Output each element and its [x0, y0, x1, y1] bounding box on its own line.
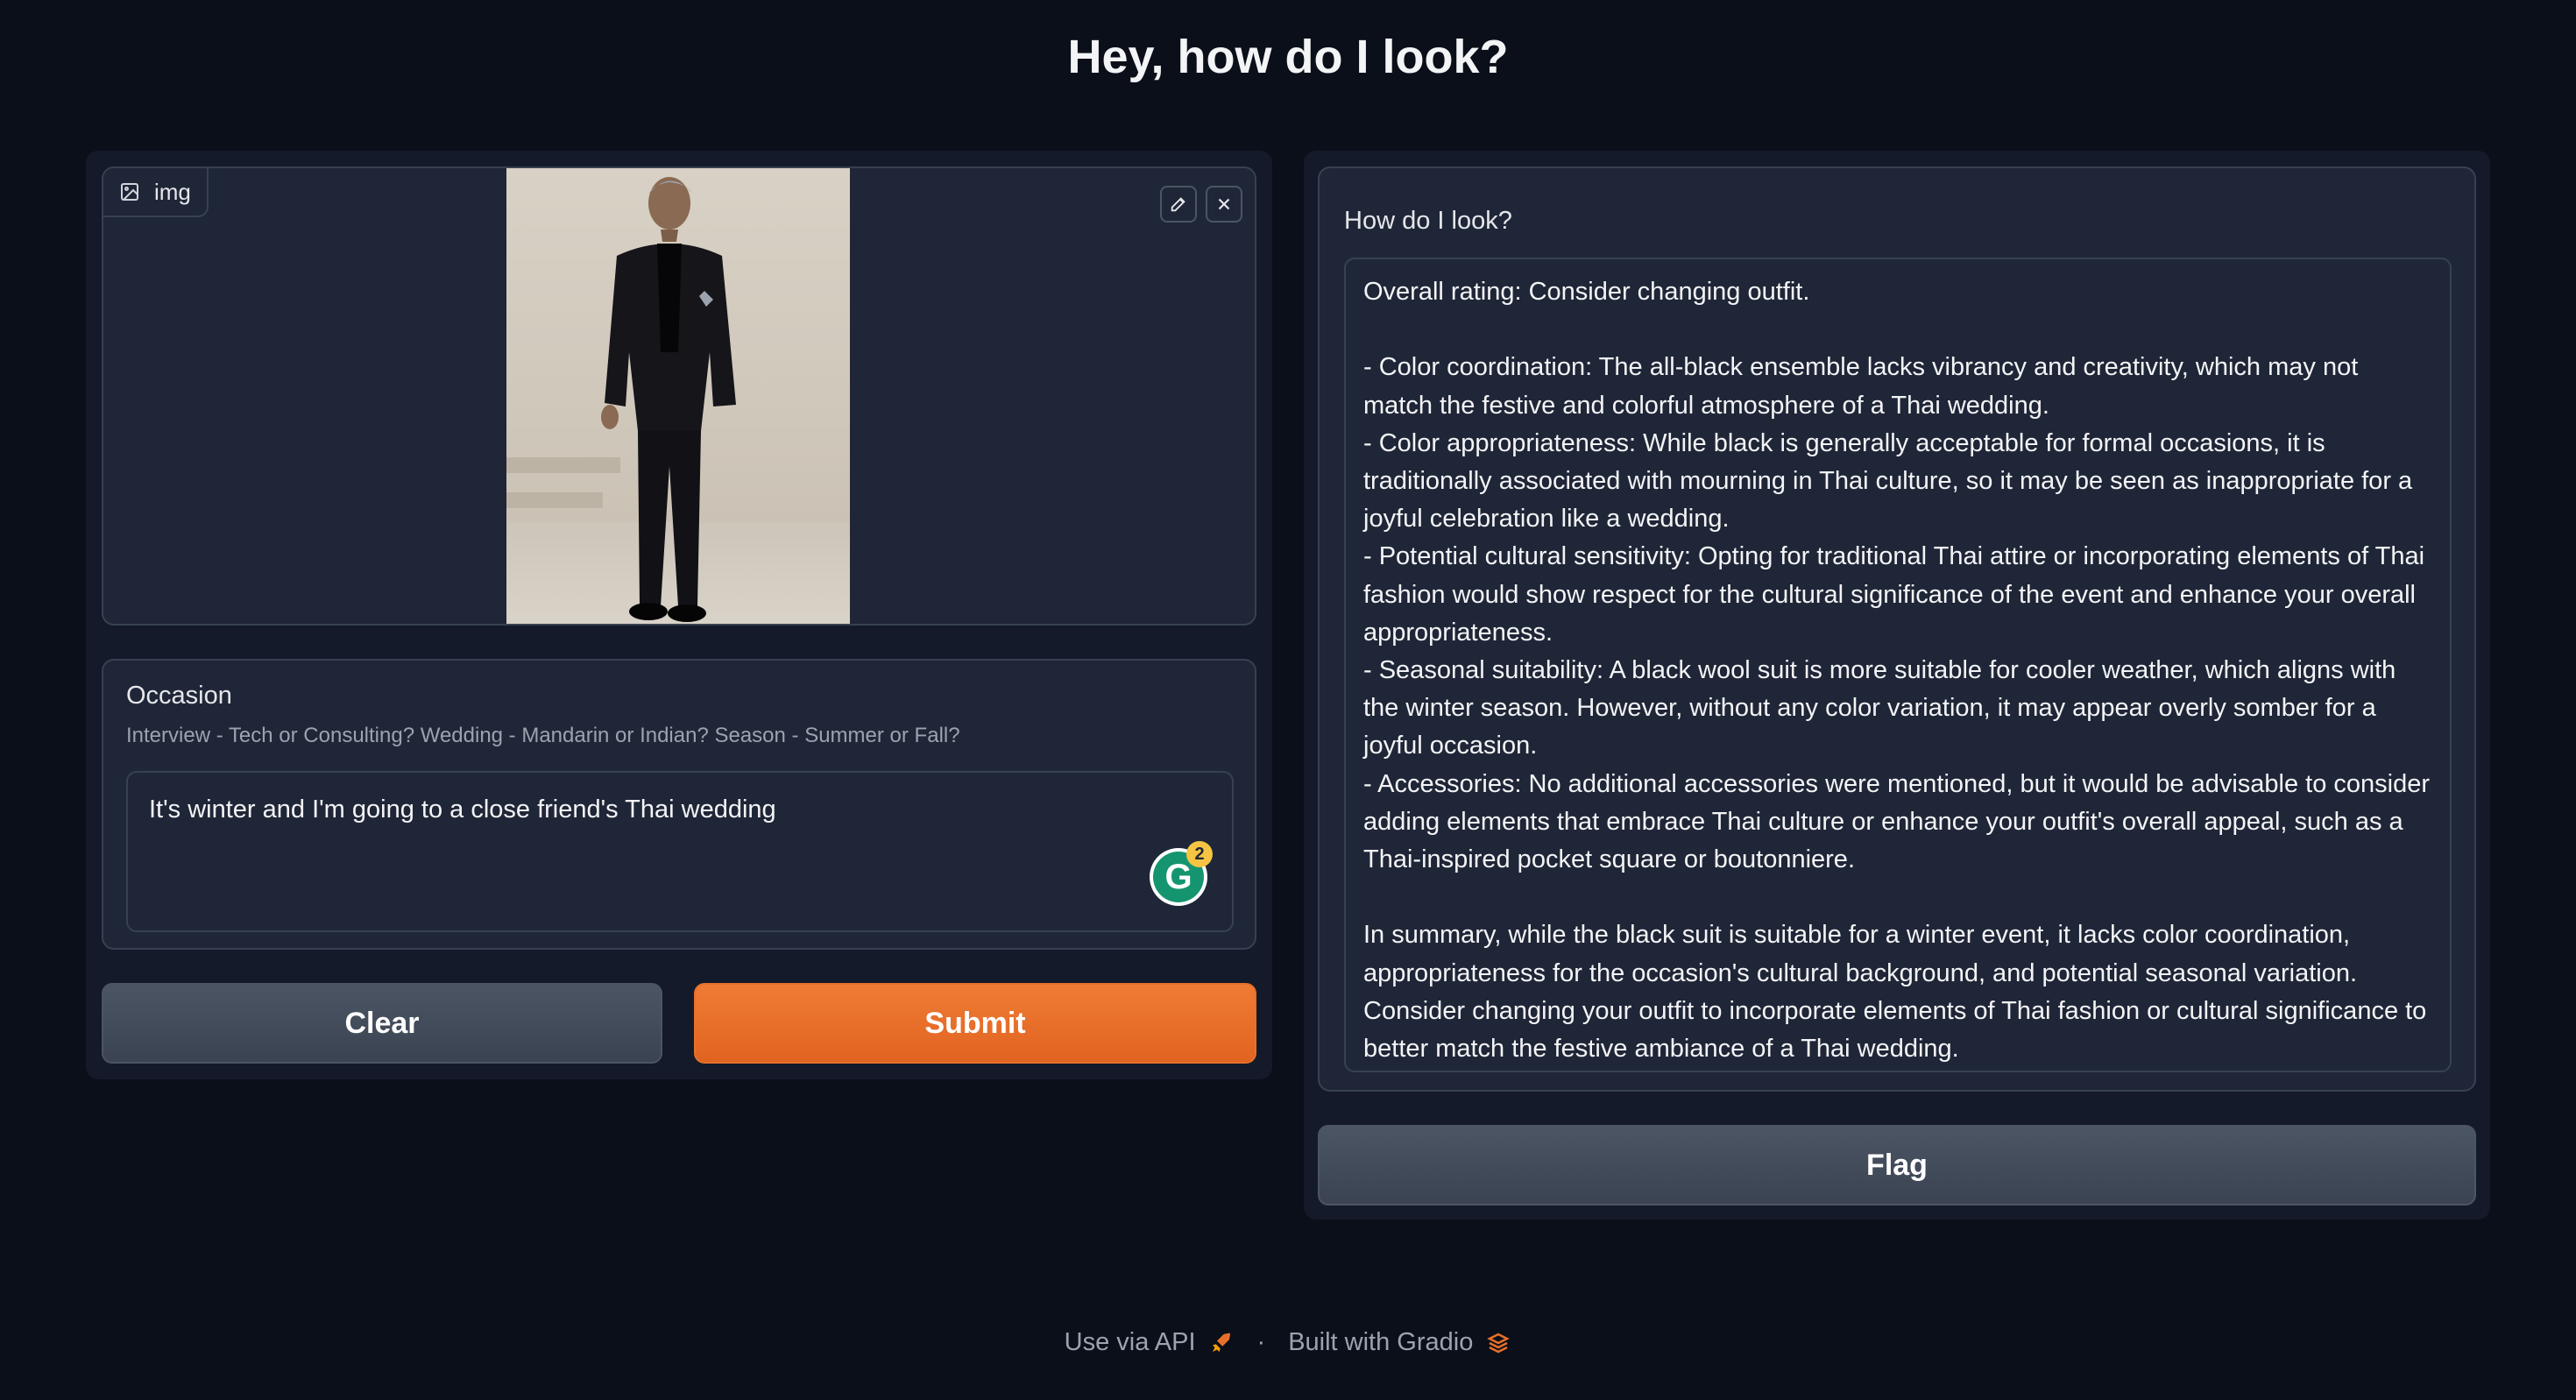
output-label: How do I look?	[1344, 207, 1512, 235]
occasion-field: Occasion Interview - Tech or Consulting?…	[102, 659, 1256, 950]
outfit-photo	[506, 168, 850, 624]
footer-separator: ·	[1256, 1328, 1266, 1356]
edit-image-button[interactable]	[1160, 186, 1197, 223]
output-field: How do I look? Overall rating: Consider …	[1318, 166, 2476, 1092]
pencil-icon	[1171, 197, 1185, 212]
rocket-icon	[1212, 1333, 1230, 1352]
use-via-api-link[interactable]: Use via API	[1065, 1328, 1196, 1357]
submit-button[interactable]: Submit	[694, 983, 1256, 1064]
image-label: img	[103, 168, 209, 217]
image-upload[interactable]: img	[102, 166, 1256, 626]
page-title: Hey, how do I look?	[1067, 31, 1509, 83]
image-icon	[121, 183, 138, 201]
occasion-label: Occasion	[126, 682, 232, 710]
image-label-text: img	[154, 178, 191, 205]
occasion-value: It's winter and I'm going to a close fri…	[149, 795, 776, 824]
input-column: img Occasion Interview - Tech or Consult…	[86, 151, 1272, 1079]
gradio-logo-icon	[1487, 1333, 1511, 1353]
clear-button[interactable]: Clear	[102, 983, 662, 1064]
output-textarea[interactable]: Overall rating: Consider changing outfit…	[1344, 258, 2452, 1072]
close-icon	[1218, 198, 1230, 210]
man-in-suit-figure	[601, 177, 736, 622]
flag-button[interactable]: Flag	[1318, 1125, 2476, 1206]
footer: Use via API · Built with Gradio	[0, 1328, 2576, 1357]
grammarly-button[interactable]: G 2	[1150, 841, 1213, 906]
output-column: How do I look? Overall rating: Consider …	[1304, 151, 2490, 1220]
remove-image-button[interactable]	[1206, 186, 1242, 223]
occasion-info: Interview - Tech or Consulting? Wedding …	[126, 724, 960, 747]
built-with-gradio-link[interactable]: Built with Gradio	[1288, 1328, 1473, 1357]
grammarly-count-badge: 2	[1186, 841, 1213, 867]
occasion-textarea[interactable]: It's winter and I'm going to a close fri…	[126, 771, 1234, 932]
